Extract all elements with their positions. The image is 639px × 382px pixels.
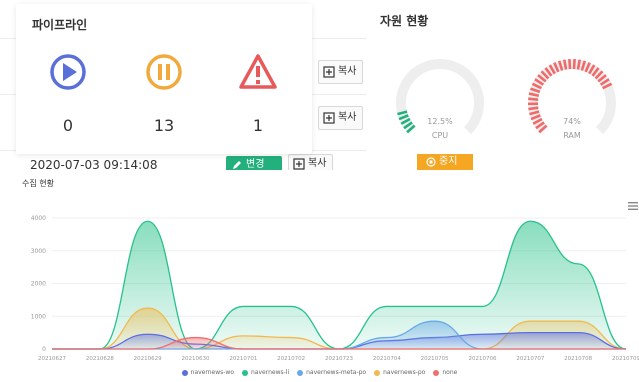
y-tick-label: 2000 [31,281,46,288]
legend-item[interactable]: navernews-li [242,369,289,376]
y-tick-label: 3000 [31,248,46,255]
legend-label: navernews-wo [190,369,234,376]
x-tick-label: 20210701 [229,356,257,362]
x-tick-label: 20210627 [38,356,66,362]
cpu-value: 12.5% [427,117,453,126]
y-tick-label: 4000 [31,215,46,222]
pipeline-card: 파이프라인 0 13 1 [16,4,312,154]
x-tick-label: 20210630 [182,356,210,362]
stop-button-label: 중지 [439,156,458,167]
x-tick-label: 20210708 [564,356,592,362]
stop-icon [426,157,436,167]
resource-title: 자원 현황 [380,14,429,28]
legend-marker [242,369,248,376]
legend-marker [374,369,381,376]
legend-label: navernews-po [383,369,426,376]
legend-item[interactable]: none [433,369,457,376]
x-tick-label: 20210709 [612,356,639,362]
copy-icon [293,158,305,170]
stop-button[interactable]: 중지 [417,154,473,170]
y-tick-label: 1000 [31,313,46,320]
pause-icon[interactable] [144,52,184,92]
play-icon[interactable] [48,52,88,92]
legend-item[interactable]: navernews-wo [181,369,234,376]
x-tick-label: 20210706 [469,356,497,362]
y-tick-label: 0 [42,346,46,353]
copy-icon [323,66,335,78]
legend-item[interactable]: navernews-po [374,369,425,376]
paused-count: 13 [153,116,175,135]
pipeline-title: 파이프라인 [32,18,88,32]
edit-icon [233,161,241,169]
legend-label: navernews-meta-po [306,369,367,376]
copy-button[interactable]: 복사 [318,106,364,130]
copy-button-label: 복사 [338,112,357,123]
x-tick-label: 20210723 [325,356,353,362]
ram-gauge-segment [528,106,539,111]
ram-gauge-segment [572,58,576,70]
ram-gauge-segment [562,59,568,70]
warning-icon[interactable] [238,52,278,92]
copy-button-label: 복사 [338,66,357,77]
copy-button[interactable]: 복사 [318,60,364,84]
x-tick-label: 20210707 [516,356,544,362]
legend-marker [181,369,188,376]
running-count: 0 [62,116,74,135]
cpu-label: CPU [431,131,449,140]
ram-gauge-segment [568,58,572,70]
chart-legend: navernews-wo navernews-li navernews-meta-p… [0,369,639,376]
x-tick-label: 20210702 [277,356,305,362]
ram-gauge-segment [528,97,539,101]
legend-item[interactable]: navernews-meta-po [297,369,366,376]
legend-label: navernews-li [251,369,290,376]
x-tick-label: 20210704 [373,356,401,362]
ram-label: RAM [563,131,581,140]
x-tick-label: 20210629 [134,356,162,362]
ram-value: 74% [563,117,581,126]
legend-marker [297,369,304,376]
ram-gauge-segment [576,59,582,70]
error-count: 1 [252,116,264,135]
area-chart: 0 1000 2000 3000 4000 20210627 20210628 2021062… [31,215,639,362]
legend-marker [433,369,440,376]
copy-icon [323,112,335,124]
collection-chart-card: 수집 현황 0 1000 2000 3000 4000 20210627 20210628 2… [0,170,639,382]
x-tick-label: 20210705 [421,356,449,362]
resource-card: 자원 현황 12.5% CPU 74% RAM 중지 [366,0,639,170]
legend-label: none [442,369,458,376]
x-tick-label: 20210628 [86,356,114,362]
